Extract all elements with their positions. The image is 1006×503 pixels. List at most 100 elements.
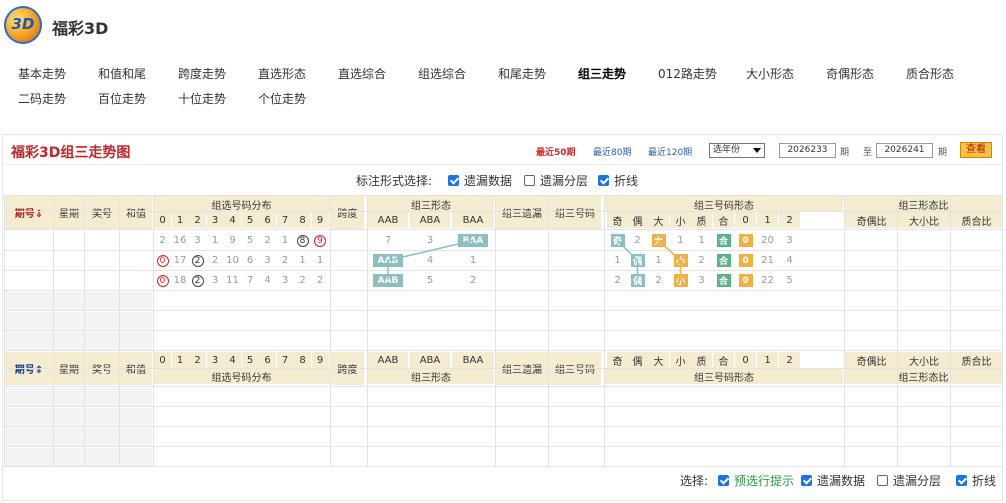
preselect-digit[interactable] bbox=[224, 332, 241, 351]
nav-item-9[interactable]: 大小形态 bbox=[746, 65, 794, 82]
preselect-numshape[interactable] bbox=[648, 312, 669, 331]
preselect-numshape[interactable] bbox=[713, 292, 734, 311]
period-80-link[interactable]: 最近80期 bbox=[593, 145, 631, 158]
preselect-digit[interactable] bbox=[172, 332, 189, 351]
logo[interactable]: 3D bbox=[4, 6, 42, 44]
preselect-numshape[interactable] bbox=[648, 332, 669, 351]
preselect-numshape[interactable] bbox=[691, 292, 712, 311]
option-1[interactable]: 遗漏分层 bbox=[524, 172, 588, 189]
preselect-numshape[interactable] bbox=[757, 312, 778, 331]
nav-item-14[interactable]: 十位走势 bbox=[178, 90, 226, 107]
preselect-digit[interactable] bbox=[294, 292, 311, 311]
view-button[interactable]: 查看 bbox=[960, 142, 992, 158]
preselect-numshape[interactable] bbox=[607, 292, 628, 311]
nav-item-12[interactable]: 二码走势 bbox=[18, 90, 66, 107]
preselect-numshape[interactable] bbox=[735, 292, 756, 311]
preselect-numshape[interactable] bbox=[779, 332, 800, 351]
preselect-label[interactable] bbox=[4, 332, 152, 351]
checkbox-icon[interactable] bbox=[801, 475, 812, 486]
preselect-digit[interactable] bbox=[172, 292, 189, 311]
checkbox-icon[interactable] bbox=[956, 475, 967, 486]
nav-item-7[interactable]: 组三走势 bbox=[578, 65, 626, 82]
preselect-digit[interactable] bbox=[312, 332, 329, 351]
year-select[interactable]: 选年份 bbox=[709, 143, 765, 158]
preselect-numshape[interactable] bbox=[670, 292, 691, 311]
preselect-numshape[interactable] bbox=[607, 332, 628, 351]
preselect-shape[interactable] bbox=[368, 332, 408, 351]
preselect-numshape[interactable] bbox=[648, 292, 669, 311]
preselect-digit[interactable] bbox=[277, 292, 294, 311]
nav-item-8[interactable]: 012路走势 bbox=[658, 65, 717, 82]
nav-item-0[interactable]: 基本走势 bbox=[18, 65, 66, 82]
preselect-digit[interactable] bbox=[189, 332, 206, 351]
preselect-shape[interactable] bbox=[452, 332, 494, 351]
checkbox-icon[interactable] bbox=[524, 175, 535, 186]
nav-item-15[interactable]: 个位走势 bbox=[258, 90, 306, 107]
nav-item-2[interactable]: 跨度走势 bbox=[178, 65, 226, 82]
preselect-numshape[interactable] bbox=[735, 312, 756, 331]
preselect-numshape[interactable] bbox=[735, 332, 756, 351]
preselect-numshape[interactable] bbox=[779, 292, 800, 311]
option-0[interactable]: 遗漏数据 bbox=[448, 172, 512, 189]
preselect-digit[interactable] bbox=[189, 312, 206, 331]
nav-item-4[interactable]: 直选综合 bbox=[338, 65, 386, 82]
preselect-digit[interactable] bbox=[224, 312, 241, 331]
preselect-digit[interactable] bbox=[312, 292, 329, 311]
preselect-numshape[interactable] bbox=[670, 332, 691, 351]
preselect-shape[interactable] bbox=[410, 332, 450, 351]
preselect-shape[interactable] bbox=[452, 292, 494, 311]
preselect-digit[interactable] bbox=[242, 292, 259, 311]
nav-item-10[interactable]: 奇偶形态 bbox=[826, 65, 874, 82]
preselect-digit[interactable] bbox=[154, 312, 171, 331]
to-issue-input[interactable]: 2026241 bbox=[876, 143, 933, 158]
preselect-digit[interactable] bbox=[259, 292, 276, 311]
preselect-digit[interactable] bbox=[277, 312, 294, 331]
preselect-digit[interactable] bbox=[172, 312, 189, 331]
nav-item-6[interactable]: 和尾走势 bbox=[498, 65, 546, 82]
nav-item-11[interactable]: 质合形态 bbox=[906, 65, 954, 82]
preselect-digit[interactable] bbox=[277, 332, 294, 351]
issue-header[interactable]: 期号⇕ bbox=[4, 352, 54, 385]
preselect-digit[interactable] bbox=[224, 292, 241, 311]
preselect-numshape[interactable] bbox=[691, 332, 712, 351]
preselect-numshape[interactable] bbox=[757, 292, 778, 311]
preselect-digit[interactable] bbox=[294, 332, 311, 351]
preselect-numshape[interactable] bbox=[713, 312, 734, 331]
preselect-numshape[interactable] bbox=[779, 312, 800, 331]
checkbox-icon[interactable] bbox=[598, 175, 609, 186]
preselect-digit[interactable] bbox=[294, 312, 311, 331]
bottom-option-3[interactable]: 折线 bbox=[956, 472, 996, 489]
nav-item-5[interactable]: 组选综合 bbox=[418, 65, 466, 82]
preselect-digit[interactable] bbox=[259, 332, 276, 351]
preselect-numshape[interactable] bbox=[691, 312, 712, 331]
bottom-option-0[interactable]: 预选行提示 bbox=[718, 472, 794, 489]
bottom-option-1[interactable]: 遗漏数据 bbox=[801, 472, 865, 489]
preselect-digit[interactable] bbox=[154, 292, 171, 311]
preselect-shape[interactable] bbox=[368, 312, 408, 331]
bottom-option-2[interactable]: 遗漏分层 bbox=[877, 472, 941, 489]
issue-header[interactable]: 期号⇕ bbox=[4, 196, 54, 229]
preselect-digit[interactable] bbox=[207, 292, 224, 311]
preselect-digit[interactable] bbox=[242, 312, 259, 331]
preselect-numshape[interactable] bbox=[607, 312, 628, 331]
nav-item-1[interactable]: 和值和尾 bbox=[98, 65, 146, 82]
preselect-numshape[interactable] bbox=[627, 312, 648, 331]
preselect-shape[interactable] bbox=[410, 292, 450, 311]
preselect-numshape[interactable] bbox=[713, 332, 734, 351]
nav-item-13[interactable]: 百位走势 bbox=[98, 90, 146, 107]
from-issue-input[interactable]: 2026233 bbox=[779, 143, 836, 158]
preselect-digit[interactable] bbox=[207, 312, 224, 331]
period-120-link[interactable]: 最近120期 bbox=[648, 145, 692, 158]
checkbox-icon[interactable] bbox=[448, 175, 459, 186]
preselect-digit[interactable] bbox=[189, 292, 206, 311]
checkbox-icon[interactable] bbox=[877, 475, 888, 486]
checkbox-icon[interactable] bbox=[718, 475, 729, 486]
preselect-shape[interactable] bbox=[368, 292, 408, 311]
preselect-digit[interactable] bbox=[242, 332, 259, 351]
preselect-label[interactable] bbox=[4, 312, 152, 331]
option-2[interactable]: 折线 bbox=[598, 172, 638, 189]
nav-item-3[interactable]: 直选形态 bbox=[258, 65, 306, 82]
preselect-numshape[interactable] bbox=[757, 332, 778, 351]
preselect-shape[interactable] bbox=[452, 312, 494, 331]
preselect-digit[interactable] bbox=[207, 332, 224, 351]
